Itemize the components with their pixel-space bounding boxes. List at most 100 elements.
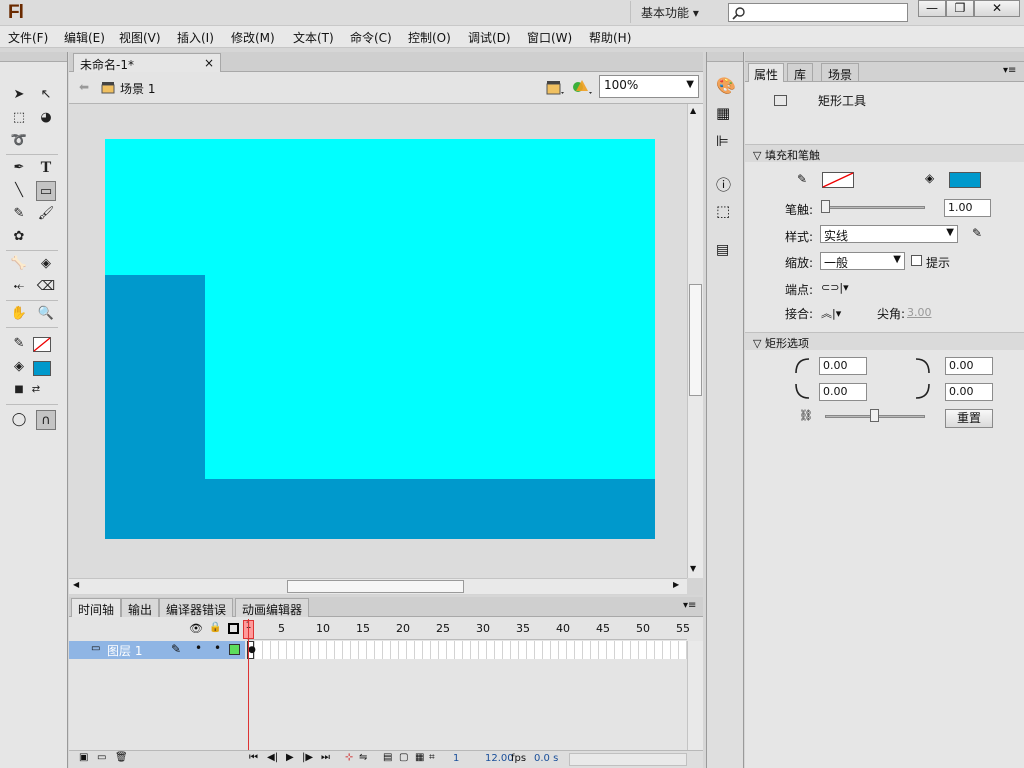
text-tool-icon[interactable]: T xyxy=(36,158,56,178)
paint-bucket-tool-icon[interactable]: ◈ xyxy=(36,254,56,274)
info-icon[interactable]: ⓘ xyxy=(716,174,731,195)
close-window-button[interactable]: ✕ xyxy=(974,0,1020,17)
edit-symbols-icon[interactable] xyxy=(571,77,593,97)
step-forward-icon[interactable]: |▶ xyxy=(302,752,313,763)
current-frame[interactable]: 1 xyxy=(453,753,459,764)
panel-menu-icon[interactable]: ▾≡ xyxy=(1003,65,1016,76)
subselection-tool-icon[interactable]: ↖ xyxy=(36,85,56,105)
hand-tool-icon[interactable]: ✋ xyxy=(9,304,29,324)
deco-tool-icon[interactable]: ✿ xyxy=(9,227,29,247)
blue-rectangle-left[interactable] xyxy=(105,275,205,539)
bone-tool-icon[interactable]: 🦴 xyxy=(9,254,29,274)
tab-motion-editor[interactable]: 动画编辑器 xyxy=(235,598,310,617)
3d-rotation-tool-icon[interactable]: ◕ xyxy=(36,108,56,128)
components-icon[interactable]: ▤ xyxy=(716,242,729,258)
zoom-select[interactable]: 100% ▼ xyxy=(599,75,699,98)
stroke-color-swatch[interactable] xyxy=(33,337,51,352)
stroke-style-select[interactable]: 实线 ▼ xyxy=(820,225,958,243)
menu-edit[interactable]: 编辑(E) xyxy=(64,29,105,46)
fill-color-swatch[interactable] xyxy=(949,172,981,188)
align-icon[interactable]: ⊫ xyxy=(716,132,729,150)
swatches-grid-icon[interactable]: ▦ xyxy=(716,104,730,122)
panel-menu-icon[interactable]: ▾≡ xyxy=(683,600,696,611)
visibility-dot[interactable]: • xyxy=(195,641,202,655)
transform-icon[interactable]: ⬚ xyxy=(716,202,730,220)
tab-properties[interactable]: 属性 xyxy=(748,63,785,82)
free-transform-tool-icon[interactable]: ⬚ xyxy=(9,108,29,128)
scene-name[interactable]: 场景 1 xyxy=(120,80,155,97)
delete-layer-icon[interactable]: 🗑 xyxy=(115,752,128,763)
fill-color-swatch[interactable] xyxy=(33,361,51,376)
pencil-tool-icon[interactable]: ✎ xyxy=(9,204,29,224)
menu-window[interactable]: 窗口(W) xyxy=(527,29,572,46)
workspace-switcher[interactable]: 基本功能 ▾ xyxy=(630,1,716,23)
maximize-button[interactable]: ❐ xyxy=(946,0,974,17)
new-layer-icon[interactable]: ▣ xyxy=(79,752,88,763)
blue-rectangle-bottom[interactable] xyxy=(205,479,655,539)
minimize-button[interactable]: — xyxy=(918,0,946,17)
reset-button[interactable]: 重置 xyxy=(945,409,993,428)
menu-insert[interactable]: 插入(I) xyxy=(177,29,214,46)
menu-modify[interactable]: 修改(M) xyxy=(231,29,275,46)
play-icon[interactable]: ▶ xyxy=(286,752,294,763)
vertical-scroll-thumb[interactable] xyxy=(689,284,702,396)
rect-options-section[interactable]: ▽ 矩形选项 xyxy=(745,332,1024,350)
horizontal-scrollbar[interactable]: ◀ ▶ xyxy=(69,578,687,594)
swap-colors-icon[interactable]: ⇄ xyxy=(26,380,46,400)
first-frame-icon[interactable]: ⏮ xyxy=(249,752,258,763)
menu-view[interactable]: 视图(V) xyxy=(119,29,161,46)
lock-icon[interactable]: 🔒 xyxy=(209,622,221,633)
tab-library[interactable]: 库 xyxy=(787,63,814,82)
lasso-tool-icon[interactable]: ➰ xyxy=(9,131,29,151)
back-arrow-icon[interactable]: ⬅ xyxy=(79,80,89,94)
edit-stroke-style-icon[interactable]: ✎ xyxy=(972,226,982,240)
close-icon[interactable]: × xyxy=(204,56,214,70)
link-icon[interactable]: ⛓ xyxy=(799,409,813,422)
edit-multiple-frames-icon[interactable]: ▦ xyxy=(415,752,424,763)
menu-text[interactable]: 文本(T) xyxy=(293,29,334,46)
menu-control[interactable]: 控制(O) xyxy=(408,29,451,46)
tab-timeline[interactable]: 时间轴 xyxy=(71,598,122,617)
layer-outline-color[interactable] xyxy=(229,644,240,655)
help-search-input[interactable] xyxy=(728,3,908,22)
layer-row[interactable]: ▭ 图层 1 ✎ • • xyxy=(69,641,245,659)
color-palette-icon[interactable]: 🎨 xyxy=(716,76,736,95)
tab-scene[interactable]: 场景 xyxy=(821,63,860,82)
vertical-scrollbar[interactable]: ▲ ▼ xyxy=(687,104,703,578)
menu-commands[interactable]: 命令(C) xyxy=(350,29,392,46)
pen-tool-icon[interactable]: ✒ xyxy=(9,158,29,178)
stroke-slider-thumb[interactable] xyxy=(821,200,830,213)
eyedropper-tool-icon[interactable]: ⤝ xyxy=(9,277,29,297)
menu-debug[interactable]: 调试(D) xyxy=(468,29,511,46)
brush-tool-icon[interactable]: 🖌 xyxy=(36,204,56,224)
timeline-horizontal-scrollbar[interactable] xyxy=(569,753,687,766)
eraser-tool-icon[interactable]: ⌫ xyxy=(36,277,56,297)
line-tool-icon[interactable]: ╲ xyxy=(9,181,29,201)
horizontal-scroll-thumb[interactable] xyxy=(287,580,464,593)
rectangle-tool-icon[interactable]: ▭ xyxy=(36,181,56,201)
corner-top-right-input[interactable]: 0.00 xyxy=(945,357,993,375)
corner-bottom-left-input[interactable]: 0.00 xyxy=(819,383,867,401)
corner-top-left-input[interactable]: 0.00 xyxy=(819,357,867,375)
scroll-up-icon[interactable]: ▲ xyxy=(690,106,696,115)
stroke-width-input[interactable]: 1.00 xyxy=(944,199,991,217)
edit-scene-icon[interactable] xyxy=(545,78,565,96)
timeline-vertical-scrollbar[interactable] xyxy=(687,641,703,750)
document-tab[interactable]: 未命名-1* × xyxy=(73,53,221,72)
last-frame-icon[interactable]: ⏭ xyxy=(321,752,330,763)
tab-output[interactable]: 输出 xyxy=(121,598,160,617)
frame-rate[interactable]: 12.00 xyxy=(485,753,514,764)
menu-help[interactable]: 帮助(H) xyxy=(589,29,631,46)
scroll-left-icon[interactable]: ◀ xyxy=(73,580,79,589)
corner-bottom-right-input[interactable]: 0.00 xyxy=(945,383,993,401)
menu-file[interactable]: 文件(F) xyxy=(8,29,48,46)
center-frame-icon[interactable]: ⊹ xyxy=(345,752,353,763)
frame-ruler[interactable]: 1 5 10 15 20 25 30 35 40 45 50 55 xyxy=(243,618,690,640)
zoom-tool-icon[interactable]: 🔍 xyxy=(36,304,56,324)
stage[interactable] xyxy=(105,139,655,539)
modify-markers-icon[interactable]: ⌗ xyxy=(429,752,435,763)
object-drawing-icon[interactable]: ◯ xyxy=(9,410,29,430)
selection-tool-icon[interactable]: ➤ xyxy=(9,85,29,105)
frame-grid[interactable]: ● xyxy=(247,641,687,659)
hint-checkbox[interactable] xyxy=(911,255,922,266)
